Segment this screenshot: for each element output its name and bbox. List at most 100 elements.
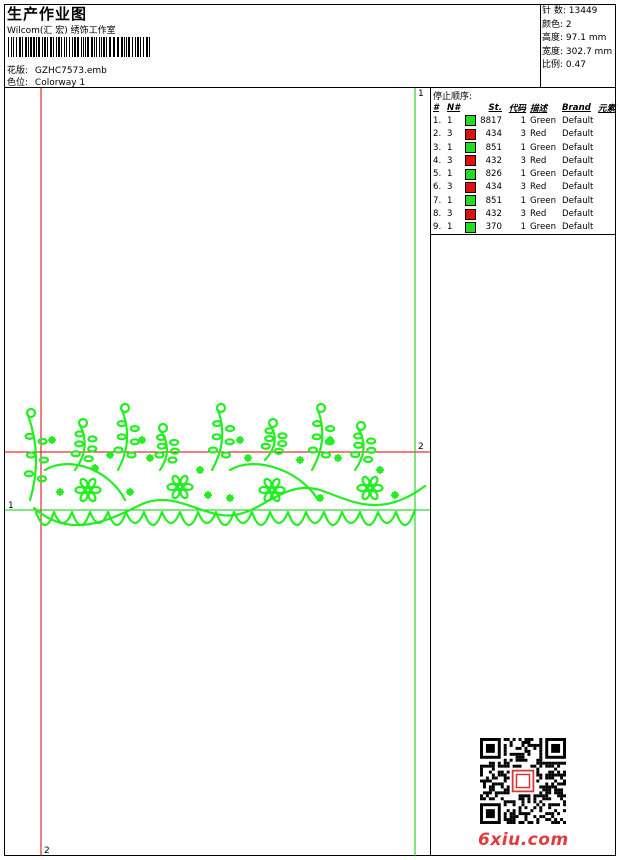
- lace-leaf: [260, 442, 271, 450]
- qr-module: [539, 743, 543, 747]
- qr-module: [503, 758, 507, 762]
- lace-flower-petal: [90, 485, 102, 495]
- qr-module: [521, 812, 525, 816]
- qr-module: [506, 764, 510, 768]
- lace-curl: [25, 407, 37, 419]
- qr-module: [503, 788, 507, 792]
- qr-module: [530, 738, 534, 741]
- qr-module: [548, 770, 552, 774]
- qr-module: [563, 773, 566, 777]
- qr-module: [512, 815, 516, 819]
- qr-module: [482, 764, 486, 768]
- qr-module: [482, 797, 486, 801]
- qr-module: [557, 773, 561, 777]
- qr-module: [521, 752, 525, 756]
- qr-module: [557, 770, 561, 774]
- lace-leaf: [363, 455, 374, 464]
- qr-module: [563, 761, 566, 765]
- qr-module: [488, 797, 492, 801]
- qr-module: [506, 738, 510, 741]
- qr-module: [548, 803, 552, 807]
- qr-module: [506, 800, 510, 804]
- qr-module: [518, 797, 522, 801]
- qr-module: [515, 752, 519, 756]
- qr-module: [551, 761, 555, 765]
- qr-module: [485, 794, 489, 798]
- qr-module: [527, 812, 531, 816]
- lace-star-dot: [203, 490, 213, 500]
- qr-module: [509, 752, 513, 756]
- qr-module: [557, 791, 561, 795]
- qr-module: [563, 782, 566, 786]
- lace-flower-petal: [274, 485, 286, 495]
- qr-module: [518, 794, 522, 798]
- qr-module: [480, 773, 483, 777]
- qr-module: [545, 776, 549, 780]
- lace-star-dot: [315, 493, 325, 503]
- qr-module: [506, 776, 510, 780]
- lace-leaf: [156, 442, 167, 450]
- qr-module: [512, 812, 516, 816]
- qr-code: [480, 738, 566, 824]
- qr-module: [530, 743, 534, 747]
- qr-module: [536, 758, 540, 762]
- lace-leaf: [325, 425, 336, 433]
- lace-leaf: [220, 451, 232, 459]
- qr-module: [554, 785, 558, 789]
- qr-module: [563, 794, 566, 798]
- guide-top-label: 2: [418, 442, 424, 452]
- qr-finder-core: [551, 743, 561, 753]
- qr-module: [518, 752, 522, 756]
- lace-flower-petal: [258, 485, 270, 495]
- qr-module: [533, 746, 537, 750]
- qr-module: [524, 738, 528, 741]
- qr-module: [560, 818, 564, 822]
- lace-leaf: [211, 433, 222, 441]
- qr-module: [539, 800, 543, 804]
- qr-module: [527, 797, 531, 801]
- qr-module: [527, 794, 531, 798]
- qr-module: [500, 797, 504, 801]
- qr-module: [515, 758, 519, 762]
- lace-leaf: [307, 446, 319, 454]
- qr-module: [488, 791, 492, 795]
- qr-module: [515, 764, 519, 768]
- qr-module: [491, 782, 495, 786]
- qr-module: [551, 815, 555, 819]
- lace-star-dot: [243, 453, 253, 463]
- qr-module: [503, 779, 507, 783]
- qr-module: [503, 738, 507, 741]
- lace-flower-petal: [166, 482, 178, 492]
- qr-module: [512, 764, 516, 768]
- qr-module: [512, 803, 516, 807]
- qr-module: [521, 821, 525, 824]
- qr-module: [503, 752, 507, 756]
- lace-flower-center: [268, 486, 276, 494]
- qr-finder-core: [485, 809, 495, 819]
- qr-module: [539, 806, 543, 810]
- qr-module: [554, 818, 558, 822]
- qr-module: [560, 761, 564, 765]
- qr-module: [551, 785, 555, 789]
- qr-module: [554, 779, 558, 783]
- qr-module: [548, 812, 552, 816]
- lace-star-dot: [55, 487, 65, 497]
- lace-star-dot: [375, 465, 385, 475]
- qr-module: [560, 776, 564, 780]
- lace-leaf: [264, 434, 275, 443]
- qr-module: [551, 812, 555, 816]
- qr-module: [482, 785, 486, 789]
- qr-module: [506, 761, 510, 765]
- lace-leaf: [37, 437, 48, 445]
- qr-module: [557, 794, 561, 798]
- qr-module: [557, 812, 561, 816]
- qr-module: [536, 767, 540, 771]
- qr-module: [539, 746, 543, 750]
- qr-module: [539, 773, 543, 777]
- qr-module: [482, 779, 486, 783]
- qr-module: [506, 821, 510, 824]
- qr-module: [551, 803, 555, 807]
- qr-module: [512, 800, 516, 804]
- qr-module: [530, 764, 534, 768]
- lace-leaf: [74, 430, 85, 438]
